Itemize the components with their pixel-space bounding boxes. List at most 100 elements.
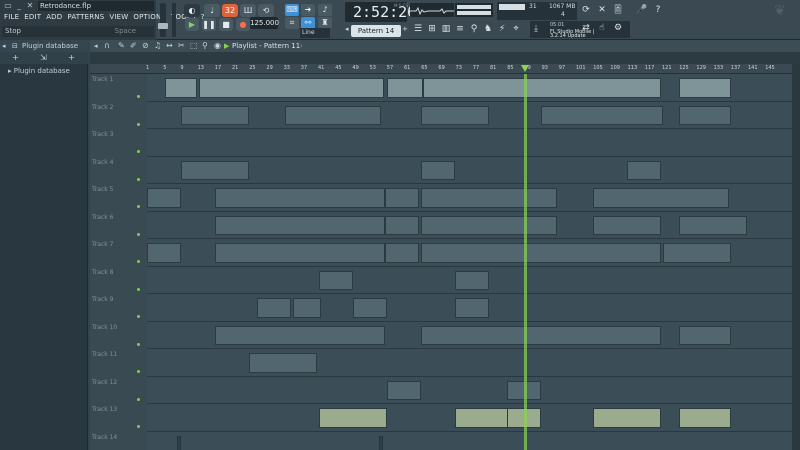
track-label-2[interactable]: Track 2	[92, 104, 144, 111]
close-icon[interactable]: ✕	[25, 2, 35, 10]
pattern-song-toggle[interactable]: ◐	[184, 4, 200, 17]
track-enable-dot[interactable]	[137, 370, 140, 373]
pattern-clip[interactable]	[215, 188, 385, 208]
track-label-1[interactable]: Track 1	[92, 76, 144, 83]
master-pitch-slider[interactable]	[172, 3, 176, 37]
pattern-clip[interactable]	[215, 325, 385, 345]
help-icon[interactable]: ?	[652, 4, 664, 16]
pattern-clip[interactable]	[293, 298, 321, 318]
typing-keyboard-icon[interactable]: ⌨	[285, 4, 299, 16]
pattern-clip[interactable]	[385, 243, 419, 263]
pattern-clip[interactable]	[319, 270, 353, 290]
track-label-8[interactable]: Track 8	[92, 269, 144, 276]
plugin-icon[interactable]: ⚡	[496, 23, 508, 35]
pattern-clip[interactable]	[215, 215, 385, 235]
pattern-clip[interactable]	[423, 78, 661, 98]
arrangement-lanes[interactable]	[147, 74, 800, 450]
browser-item[interactable]: ▸ Plugin database	[8, 67, 70, 75]
metronome-icon[interactable]: ♩	[204, 4, 220, 17]
record-icon[interactable]: ●	[236, 18, 250, 31]
slice-icon[interactable]: ✂	[178, 40, 185, 52]
pattern-clip[interactable]	[181, 105, 249, 125]
pattern-clip[interactable]	[147, 188, 181, 208]
track-enable-dot[interactable]	[137, 287, 140, 291]
touch-icon[interactable]: ☝	[596, 22, 608, 34]
browser-pin-icon[interactable]: ⇲	[40, 52, 47, 64]
track-enable-dot[interactable]	[137, 342, 140, 346]
channel-rack-icon[interactable]: ▥	[440, 23, 452, 35]
tuner-icon[interactable]: 🎚	[612, 4, 624, 16]
minimize-icon[interactable]: _	[14, 2, 24, 10]
multilink-icon[interactable]: ⌗	[285, 17, 299, 29]
pattern-clip[interactable]	[679, 78, 731, 98]
pattern-clip[interactable]	[593, 408, 661, 428]
browser-add-icon[interactable]: +	[12, 52, 19, 64]
pattern-clip[interactable]	[257, 298, 291, 318]
track-enable-dot[interactable]	[137, 315, 140, 318]
vertical-scrollbar[interactable]	[792, 64, 800, 450]
track-enable-dot[interactable]	[137, 232, 140, 236]
pattern-clip[interactable]	[215, 243, 385, 263]
menu-edit[interactable]: EDIT	[24, 12, 41, 23]
step-edit-icon[interactable]: ➜	[301, 4, 315, 16]
track-label-3[interactable]: Track 3	[92, 131, 144, 138]
pattern-clip[interactable]	[421, 243, 661, 263]
tempo-tapper-icon[interactable]: ⌖	[510, 23, 522, 35]
pattern-clip[interactable]	[181, 160, 249, 180]
playlist-icon[interactable]: ☰	[412, 23, 424, 35]
menu-view[interactable]: VIEW	[109, 12, 128, 23]
pattern-clip[interactable]	[385, 215, 419, 235]
play-icon[interactable]: ▶	[185, 18, 199, 31]
pattern-clip[interactable]	[285, 105, 381, 125]
track-label-13[interactable]: Track 13	[92, 406, 144, 413]
pattern-clip[interactable]	[679, 408, 731, 428]
piano-roll-icon[interactable]: ⊞	[426, 23, 438, 35]
wait-input-icon[interactable]: Ш	[240, 4, 256, 17]
playlist-overview[interactable]	[90, 52, 800, 64]
track-enable-dot[interactable]	[137, 177, 140, 181]
pattern-clip[interactable]	[385, 188, 419, 208]
x-icon[interactable]: ✕	[596, 4, 608, 16]
menu-file[interactable]: FILE	[4, 12, 19, 23]
zoom-icon[interactable]: ⚲	[202, 40, 208, 52]
browser-menu-icon[interactable]: ◂	[2, 40, 6, 52]
settings-icon[interactable]: ⚙	[612, 22, 624, 34]
browser-collapse-icon[interactable]: +	[68, 52, 75, 64]
pattern-clip[interactable]	[679, 215, 747, 235]
pattern-clip[interactable]	[165, 78, 197, 98]
playback-icon[interactable]: ◉	[214, 40, 221, 52]
loop-record-icon[interactable]: ⟲	[258, 4, 274, 17]
pattern-clip[interactable]	[455, 298, 489, 318]
master-volume-slider[interactable]	[158, 3, 168, 37]
time-display-panel[interactable]: 2:52:26 M:S:CS	[345, 2, 416, 22]
pattern-clip[interactable]	[541, 105, 663, 125]
browser-icon[interactable]: ♞	[482, 23, 494, 35]
pattern-clip[interactable]	[679, 325, 731, 345]
pattern-clip[interactable]	[663, 243, 731, 263]
master-volume-knob[interactable]	[158, 23, 168, 29]
pattern-clip[interactable]	[387, 380, 421, 400]
track-label-14[interactable]: Track 14	[92, 434, 144, 441]
pattern-clip[interactable]	[593, 215, 661, 235]
track-enable-dot[interactable]	[137, 425, 140, 428]
plugin-picker-icon[interactable]: ⚲	[468, 23, 480, 35]
browser-search-icon[interactable]: ⊟	[12, 40, 18, 52]
mixer-icon[interactable]: ≡	[454, 23, 466, 35]
track-label-11[interactable]: Track 11	[92, 351, 144, 358]
slip-icon[interactable]: ↔	[166, 40, 173, 52]
tempo-display[interactable]: 125.000	[250, 17, 279, 29]
draw-icon[interactable]: ✎	[118, 40, 125, 52]
blend-notes-icon[interactable]: ♪	[318, 4, 332, 16]
menu-patterns[interactable]: PATTERNS	[67, 12, 104, 23]
restore-icon[interactable]: ▭	[3, 2, 13, 10]
pattern-clip[interactable]	[319, 408, 387, 428]
pattern-clip[interactable]	[421, 160, 455, 180]
pattern-clip[interactable]	[353, 298, 387, 318]
pattern-clip[interactable]	[593, 188, 729, 208]
pattern-clip[interactable]	[421, 325, 661, 345]
pattern-clip[interactable]	[627, 160, 661, 180]
snap-selector[interactable]: Line	[300, 28, 330, 38]
pattern-add-icon[interactable]: +	[402, 25, 408, 33]
pattern-clip[interactable]	[147, 243, 181, 263]
pattern-selector[interactable]: Pattern 14	[351, 25, 401, 37]
